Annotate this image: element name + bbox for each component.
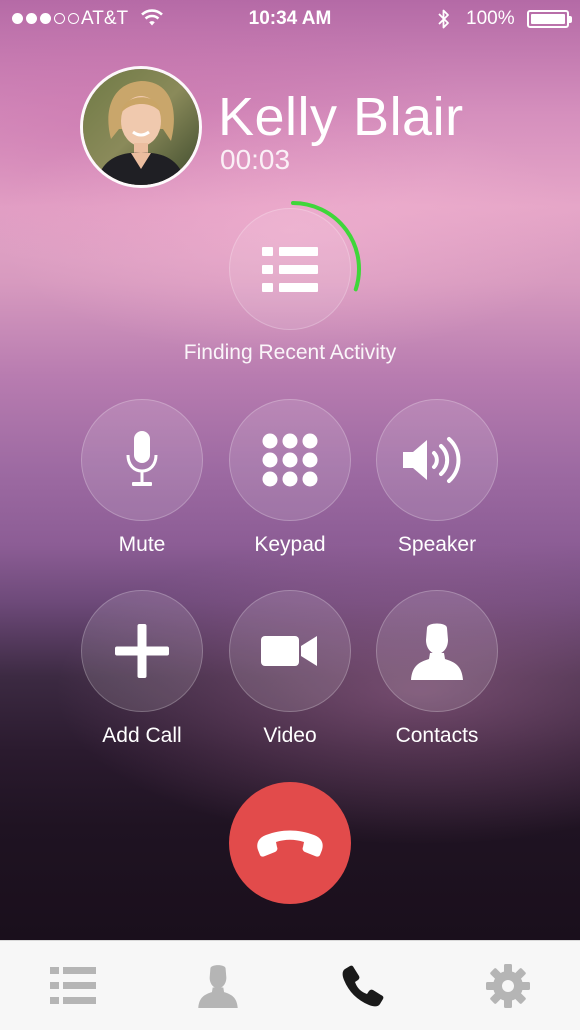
person-icon [197, 965, 238, 1008]
speaker-icon [403, 437, 461, 483]
speaker-label: Speaker [397, 533, 477, 556]
add-call-button[interactable] [81, 590, 203, 712]
contacts-label: Contacts [395, 724, 479, 747]
gear-icon [485, 964, 530, 1008]
video-camera-icon [261, 636, 317, 666]
tab-settings[interactable] [435, 941, 580, 1030]
keypad-button[interactable] [229, 399, 351, 521]
plus-icon [115, 624, 169, 678]
phone-icon [342, 965, 383, 1007]
end-call-button[interactable] [229, 782, 351, 904]
call-duration: 00:03 [220, 144, 291, 175]
status-bar: AT&T 10:34 AM 100% [0, 0, 580, 38]
tab-recents[interactable] [0, 941, 145, 1030]
tab-phone[interactable] [290, 941, 435, 1030]
tab-bar [0, 940, 580, 1030]
caller-name: Kelly Blair [218, 87, 464, 147]
video-button[interactable] [229, 590, 351, 712]
keypad-icon [262, 433, 318, 487]
battery-percentage: 100% [466, 8, 515, 29]
microphone-icon [126, 431, 158, 486]
battery-icon [527, 10, 572, 28]
hang-up-icon [257, 830, 323, 857]
list-icon [49, 967, 96, 1004]
speaker-button[interactable] [376, 399, 498, 521]
tab-contacts[interactable] [145, 941, 290, 1030]
caller-avatar [80, 66, 202, 188]
mute-button[interactable] [81, 399, 203, 521]
activity-progress-arc [291, 201, 361, 292]
activity-label: Finding Recent Activity [183, 341, 397, 364]
bluetooth-icon [438, 9, 449, 29]
contacts-button[interactable] [376, 590, 498, 712]
person-icon [411, 623, 463, 680]
